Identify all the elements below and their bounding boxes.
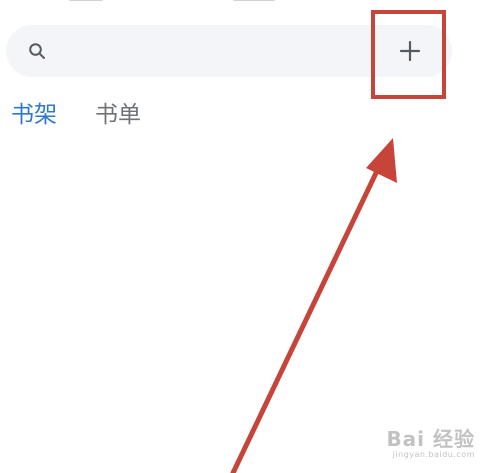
top-fragment-right xyxy=(232,0,276,1)
watermark-sub: jingyan.baidu.com xyxy=(392,450,475,459)
watermark-main: Bai 经验 xyxy=(386,427,475,451)
top-status-strip xyxy=(0,0,483,8)
search-icon[interactable] xyxy=(27,41,47,61)
tab-bar: 书架 书单 xyxy=(11,101,141,129)
tab-bookshelf[interactable]: 书架 xyxy=(11,101,57,129)
top-fragment-left xyxy=(68,0,104,1)
tab-booklist[interactable]: 书单 xyxy=(95,101,141,129)
plus-icon xyxy=(399,40,421,62)
add-button[interactable] xyxy=(378,24,442,78)
watermark: Bai 经验 jingyan.baidu.com xyxy=(359,429,475,467)
